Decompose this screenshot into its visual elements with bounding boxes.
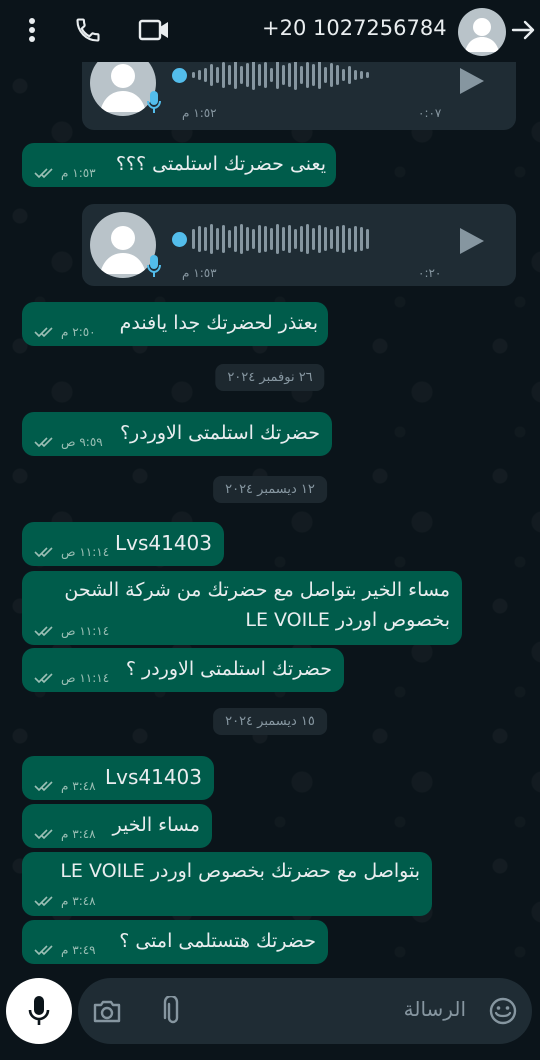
message-text: حضرتك استلمتى الاوردر؟ (119, 422, 320, 444)
message-text: يعنى حضرتك استلمتى ؟؟؟ (115, 153, 326, 175)
play-icon[interactable] (458, 66, 486, 100)
message-text: Lvs41403 (114, 531, 212, 555)
message-meta: ١١:١٤ ص (34, 545, 109, 559)
double-check-icon (34, 896, 53, 907)
chat-header: +20 1027256784 (0, 0, 540, 62)
message-time: ٣:٤٨ م (61, 894, 96, 908)
voice-message[interactable]: ٠:٢٠ ١:٥٣ م (82, 204, 516, 286)
message-bubble[interactable]: حضرتك استلمتى الاوردر ؟ ١١:١٤ ص (22, 648, 344, 692)
message-bubble[interactable]: مساء الخير بتواصل مع حضرتك من شركة الشحن… (22, 571, 462, 645)
double-check-icon (34, 327, 53, 338)
message-time: ٢:٥٠ م (61, 325, 96, 339)
message-bubble[interactable]: بتواصل مع حضرتك بخصوص اوردر LE VOILE ٣:٤… (22, 852, 432, 916)
attach-icon[interactable] (156, 994, 190, 1028)
message-bubble[interactable]: بعتذر لحضرتك جدا يافندم ٢:٥٠ م (22, 302, 328, 346)
double-check-icon (34, 437, 53, 448)
voice-message[interactable]: ٠:٠٧ ١:٥٢ م (82, 62, 516, 130)
message-meta: ١:٥٣ م (34, 166, 96, 180)
mic-icon (146, 90, 162, 118)
play-icon[interactable] (458, 226, 486, 260)
message-text: حضرتك استلمتى الاوردر ؟ (125, 658, 332, 680)
message-text: بعتذر لحضرتك جدا يافندم (119, 312, 318, 334)
message-bubble[interactable]: مساء الخير ٣:٤٨ م (22, 804, 212, 848)
waveform (192, 62, 369, 92)
message-meta: ٣:٤٨ م (34, 894, 96, 908)
message-text: مساء الخير (112, 814, 200, 836)
message-bubble[interactable]: حضرتك استلمتى الاوردر؟ ٩:٥٩ ص (22, 412, 332, 456)
date-chip: ١٥ ديسمبر ٢٠٢٤ (213, 708, 327, 735)
message-text: حضرتك هتستلمى امتى ؟ (119, 930, 316, 952)
double-check-icon (34, 945, 53, 956)
message-meta: ١١:١٤ ص (34, 671, 109, 685)
waveform (192, 222, 369, 256)
mic-icon (146, 254, 162, 282)
emoji-icon[interactable] (486, 994, 520, 1028)
message-time: ٣:٤٨ م (61, 779, 96, 793)
video-icon[interactable] (136, 12, 172, 48)
phone-icon[interactable] (70, 12, 106, 48)
playback-dot[interactable] (172, 232, 187, 247)
message-time: ١١:١٤ ص (61, 545, 110, 559)
avatar[interactable] (458, 8, 506, 56)
voice-duration: ٠:٢٠ (418, 266, 442, 280)
double-check-icon (34, 829, 53, 840)
mic-button[interactable] (6, 978, 72, 1044)
message-time: ١:٥٣ م (182, 266, 217, 280)
date-chip: ١٢ ديسمبر ٢٠٢٤ (213, 476, 327, 503)
arrow-icon[interactable] (506, 12, 540, 48)
voice-duration: ٠:٠٧ (418, 106, 442, 120)
message-time: ١١:١٤ ص (61, 671, 110, 685)
message-time: ٣:٤٨ م (61, 827, 96, 841)
message-meta: ٩:٥٩ ص (34, 435, 103, 449)
message-meta: ٣:٤٨ م (34, 827, 96, 841)
message-text: بتواصل مع حضرتك بخصوص اوردر LE VOILE (60, 860, 420, 882)
message-bubble[interactable]: Lvs41403 ١١:١٤ ص (22, 522, 224, 566)
message-meta: ٣:٤٨ م (34, 779, 96, 793)
message-time: ١١:١٤ ص (61, 624, 110, 638)
message-bubble[interactable]: Lvs41403 ٣:٤٨ م (22, 756, 214, 800)
double-check-icon (34, 168, 53, 179)
chat-area[interactable]: ٠:٠٧ ١:٥٢ م يعنى حضرتك استلمتى ؟؟؟ ١:٥٣ … (0, 62, 540, 968)
playback-dot[interactable] (172, 68, 187, 83)
message-bubble[interactable]: حضرتك هتستلمى امتى ؟ ٣:٤٩ م (22, 920, 328, 964)
message-text: بخصوص اوردر LE VOILE (245, 609, 450, 631)
message-meta: ٣:٤٩ م (34, 943, 96, 957)
double-check-icon (34, 626, 53, 637)
message-text: مساء الخير بتواصل مع حضرتك من شركة الشحن (64, 579, 450, 601)
contact-phone-number[interactable]: +20 1027256784 (262, 16, 447, 40)
camera-icon[interactable] (90, 994, 124, 1028)
message-bubble[interactable]: يعنى حضرتك استلمتى ؟؟؟ ١:٥٣ م (22, 143, 336, 187)
mic-icon (28, 996, 50, 1025)
double-check-icon (34, 547, 53, 558)
date-chip: ٢٦ نوفمبر ٢٠٢٤ (215, 364, 325, 391)
message-time: ١:٥٢ م (182, 106, 217, 120)
message-time: ٣:٤٩ م (61, 943, 96, 957)
message-meta: ٢:٥٠ م (34, 325, 96, 339)
message-time: ١:٥٣ م (61, 166, 96, 180)
double-check-icon (34, 781, 53, 792)
message-composer[interactable]: الرسالة (78, 978, 532, 1044)
message-input[interactable]: الرسالة (404, 997, 466, 1021)
message-time: ٩:٥٩ ص (61, 435, 103, 449)
double-check-icon (34, 673, 53, 684)
message-meta: ١١:١٤ ص (34, 624, 109, 638)
more-vert-icon[interactable] (14, 12, 50, 48)
message-text: Lvs41403 (104, 765, 202, 789)
